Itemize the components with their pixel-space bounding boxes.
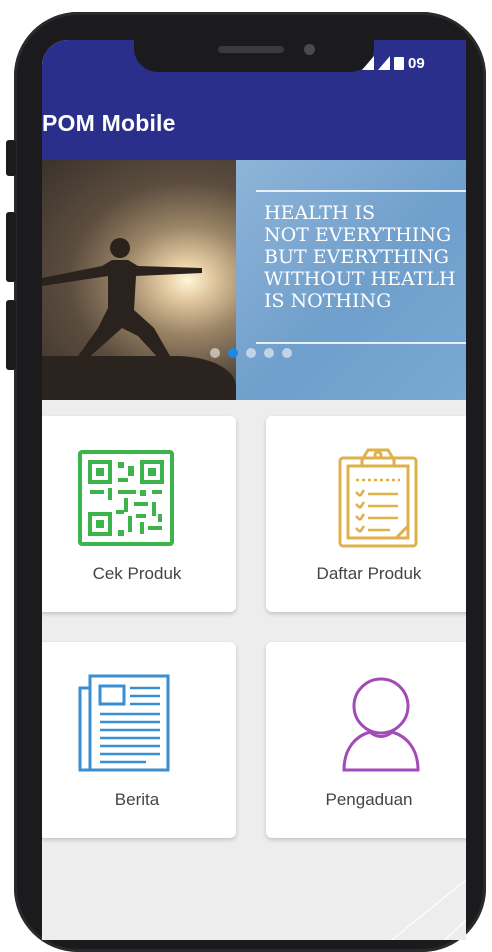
qr-code-icon [78, 450, 174, 551]
rock-ground [42, 356, 236, 400]
battery-icon [394, 56, 404, 70]
carousel-dot[interactable] [282, 348, 292, 358]
quote-line: IS NOTHING [264, 290, 392, 312]
menu-card-pengaduan[interactable]: Pengaduan [266, 642, 466, 838]
carousel-dot[interactable] [210, 348, 220, 358]
menu-label-pengaduan: Pengaduan [325, 790, 413, 809]
carousel-dot[interactable] [264, 348, 274, 358]
menu-card-cek-produk[interactable]: Cek Produk [42, 416, 236, 612]
signal-icon [362, 56, 374, 70]
signal-icon [378, 56, 390, 70]
menu-label-berita: Berita [114, 790, 160, 809]
carousel-dot-active[interactable] [228, 348, 238, 358]
clipboard-icon [336, 444, 420, 553]
speaker-grille [218, 46, 284, 53]
app-title: POM Mobile [42, 110, 176, 136]
quote-text: HEALTH IS NOT EVERYTHING BUT EVERYTHING … [264, 202, 456, 312]
decorative-lines [390, 879, 466, 940]
status-icons: 09 [362, 52, 425, 74]
menu-card-daftar-produk[interactable]: Daftar Produk [266, 416, 466, 612]
carousel-indicator [210, 348, 292, 358]
yoga-photo [42, 160, 236, 400]
banner-carousel[interactable]: HEALTH IS NOT EVERYTHING BUT EVERYTHING … [42, 160, 466, 400]
side-button-volume-up [6, 212, 16, 282]
status-time: 09 [408, 54, 425, 72]
front-camera [304, 44, 315, 55]
quote-line: NOT EVERYTHING [264, 224, 452, 246]
quote-line: WITHOUT HEATLH [264, 268, 456, 290]
menu-label-daftar-produk: Daftar Produk [316, 564, 422, 583]
phone-screen: POM Mobile HEALTH IS NOT EVERYTHING BUT … [42, 40, 466, 940]
app-bar: POM Mobile [42, 80, 466, 160]
quote-rule-bottom [256, 342, 466, 344]
quote-line: HEALTH IS [264, 202, 376, 224]
quote-rule-top [256, 190, 466, 192]
side-button-volume-down [6, 300, 16, 370]
quote-line: BUT EVERYTHING [264, 246, 449, 268]
side-button-mute [6, 140, 16, 176]
newspaper-icon [76, 674, 172, 779]
menu-card-berita[interactable]: Berita [42, 642, 236, 838]
person-icon [340, 676, 422, 777]
menu-label-cek-produk: Cek Produk [92, 564, 182, 583]
carousel-dot[interactable] [246, 348, 256, 358]
quote-panel: HEALTH IS NOT EVERYTHING BUT EVERYTHING … [236, 160, 466, 400]
